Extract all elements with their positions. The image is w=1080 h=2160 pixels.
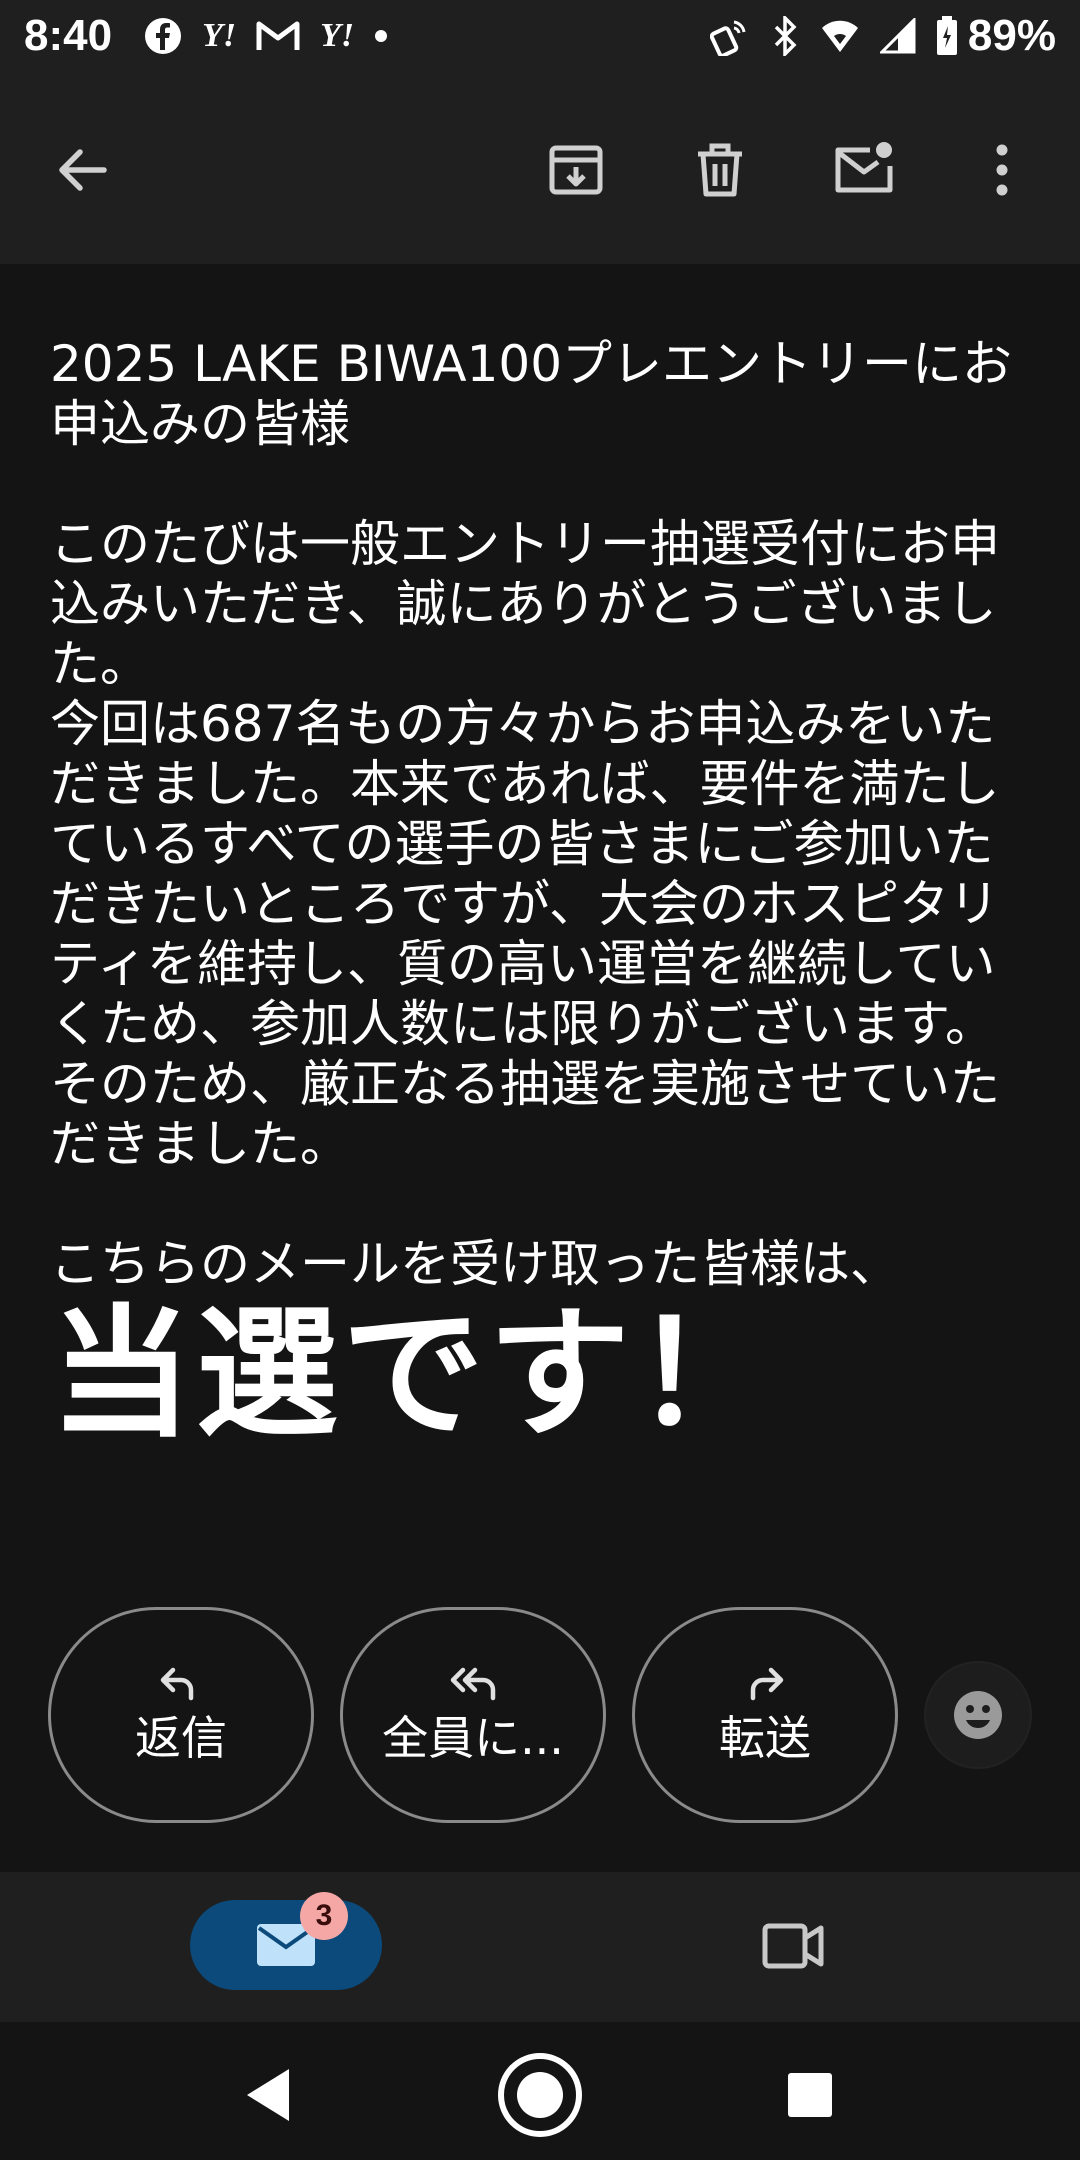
system-recents-button[interactable] <box>765 2050 855 2140</box>
signal-icon <box>879 18 916 54</box>
archive-icon <box>549 145 603 195</box>
forward-label: 転送 <box>719 1711 811 1765</box>
archive-button[interactable] <box>530 124 622 216</box>
delete-icon <box>698 143 742 197</box>
video-camera-icon <box>762 1923 824 1969</box>
system-home-button[interactable] <box>495 2050 585 2140</box>
system-navigation <box>0 2022 1080 2160</box>
email-body: 2025 LAKE BIWA100プレエントリーにお申込みの皆様 このたびは一般… <box>50 335 1013 1293</box>
forward-button[interactable]: 転送 <box>632 1607 898 1823</box>
nfc-icon <box>709 16 750 56</box>
square-recents-icon <box>788 2073 832 2117</box>
delete-button[interactable] <box>674 124 766 216</box>
mark-unread-button[interactable] <box>818 124 910 216</box>
home-circle-icon <box>498 2053 582 2137</box>
reply-all-label: 全員に... <box>382 1711 564 1765</box>
reply-button[interactable]: 返信 <box>48 1607 314 1823</box>
reply-all-button[interactable]: 全員に... <box>340 1607 606 1823</box>
email-headline: 当選です！ <box>50 1292 780 1457</box>
battery-percent: 89% <box>967 11 1056 60</box>
back-arrow-icon <box>59 149 107 191</box>
emoji-icon <box>954 1691 1002 1739</box>
mail-tab[interactable]: 3 <box>190 1892 382 1990</box>
dot-icon <box>374 29 388 43</box>
email-toolbar <box>0 72 1080 264</box>
status-bar: 8:40 Y! Y! 89% <box>0 0 1080 72</box>
gmail-icon <box>256 19 300 53</box>
system-back-button[interactable] <box>224 2050 314 2140</box>
quick-actions: 返信 全員に... 転送 <box>48 1606 1048 1824</box>
forward-icon <box>750 1667 784 1701</box>
meet-tab[interactable] <box>748 1908 838 1984</box>
more-options-button[interactable] <box>956 124 1048 216</box>
status-time: 8:40 <box>24 11 113 60</box>
yahoo-icon: Y! <box>202 17 237 54</box>
bottom-navigation: 3 <box>0 1872 1080 2022</box>
wifi-icon <box>820 18 860 54</box>
more-vert-icon <box>996 144 1008 196</box>
back-button[interactable] <box>36 124 128 216</box>
reply-label: 返信 <box>135 1711 227 1765</box>
battery-icon <box>936 16 958 56</box>
reply-all-icon <box>450 1667 496 1701</box>
bluetooth-icon <box>770 16 800 56</box>
facebook-icon <box>144 17 182 55</box>
reply-icon <box>160 1667 194 1701</box>
emoji-reaction-button[interactable] <box>924 1661 1032 1769</box>
mark-unread-icon <box>835 142 893 193</box>
triangle-back-icon <box>247 2069 289 2121</box>
mail-badge: 3 <box>300 1892 348 1940</box>
yahoo-icon-2: Y! <box>320 17 355 54</box>
